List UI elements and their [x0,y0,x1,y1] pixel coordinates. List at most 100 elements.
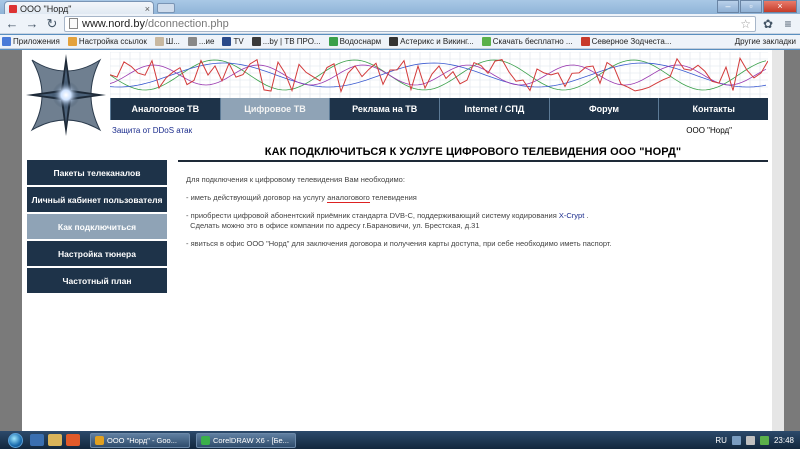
bookmark-item[interactable]: Северное Зодчеста... [580,37,672,46]
menu-icon[interactable]: ≡ [780,16,796,32]
page-scrollbar[interactable] [772,50,784,431]
bookmark-star-icon[interactable]: ☆ [740,17,751,31]
bookmark-item[interactable]: ...ие [187,37,214,46]
address-bar[interactable]: www.nord.by/dconnection.php ☆ [64,15,756,32]
office-address: Сделать можно это в офисе компании по ад… [190,221,480,230]
window-controls: – ▫ × [717,0,797,13]
step-contract-text: - иметь действующий договор на услугу [186,193,328,202]
step-receiver: - приобрести цифровой абонентский приёмн… [186,211,766,231]
browser-titlebar: ООО "Норд" × – ▫ × [0,0,800,15]
bookmark-icon [481,37,491,46]
side-menu-item[interactable]: Как подключиться [27,214,167,239]
task-app-icon [95,435,104,445]
step-contract: - иметь действующий договор на услугу ан… [186,193,766,203]
back-arrow-icon[interactable]: ← [4,16,20,32]
company-name: ООО "Норд" [686,126,732,135]
language-indicator[interactable]: RU [715,436,727,445]
bookmark-item[interactable]: ...by | ТВ ПРО... [251,37,321,46]
maximize-button[interactable]: ▫ [740,0,762,13]
nav-item[interactable]: Реклама на ТВ [329,98,440,120]
forward-arrow-icon[interactable]: → [24,16,40,32]
side-menu-item[interactable]: Частотный план [27,268,167,293]
page-title: КАК ПОДКЛЮЧИТЬСЯ К УСЛУГЕ ЦИФРОВОГО ТЕЛЕ… [264,146,682,158]
bookmark-label: Водоснарм [339,37,382,46]
quicklaunch-folder-icon[interactable] [48,434,62,446]
bookmark-icon [580,37,590,46]
bookmark-icon [187,37,197,46]
intro-text: Для подключения к цифровому телевидения … [186,175,405,184]
bookmark-label: Ш... [165,37,180,46]
site-logo[interactable] [24,52,108,138]
step-office: - явиться в офис ООО "Норд" для заключен… [186,239,612,248]
main-nav: Аналоговое ТВ Цифровое ТВ Реклама на ТВ Int… [110,98,769,120]
step-receiver-end: . [584,211,589,220]
bookmark-icon [251,37,261,46]
side-menu-item[interactable]: Пакеты телеканалов [27,160,167,185]
page-icon [69,18,78,29]
step-contract-end: телевидения [369,193,417,202]
bookmark-label: Приложения [13,37,60,46]
bookmark-label: Скачать бесплатно ... [492,37,573,46]
bookmark-item[interactable]: Скачать бесплатно ... [481,37,573,46]
task-label: CorelDRAW X6 - [Бе... [213,435,289,445]
underlined-word: аналогового [327,193,370,203]
url-text: www.nord.by/dconnection.php [82,18,229,30]
start-button[interactable] [0,431,30,449]
bookmark-icon [328,37,338,46]
bookmark-item[interactable]: Водоснарм [328,37,382,46]
bookmark-item[interactable]: TV [222,37,244,46]
taskbar-button[interactable]: CorelDRAW X6 - [Бе... [196,432,296,448]
url-path: /dconnection.php [144,17,229,30]
taskbar-button[interactable]: ООО "Норд" - Goo... [90,432,190,448]
nav-item[interactable]: Internet / СПД [439,98,549,120]
headline-bar: КАК ПОДКЛЮЧИТЬСЯ К УСЛУГЕ ЦИФРОВОГО ТЕЛЕ… [178,144,768,162]
new-tab-button[interactable] [157,3,175,13]
tray-network-icon[interactable] [731,435,741,445]
close-window-button[interactable]: × [763,0,797,13]
task-buttons: ООО "Норд" - Goo... CorelDRAW X6 - [Бе... [84,432,296,448]
other-bookmarks[interactable]: Другие закладки [735,37,796,46]
bookmark-icon [154,37,164,46]
browser-tab[interactable]: ООО "Норд" × [4,1,154,15]
quicklaunch-ie-icon[interactable] [30,434,44,446]
bookmark-icon [222,37,232,46]
side-menu-item[interactable]: Личный кабинет пользователя [27,187,167,212]
system-tray: RU 23:48 [715,435,800,445]
site-favicon-icon [9,4,17,13]
minimize-button[interactable]: – [717,0,739,13]
step-receiver-text: - приобрести цифровой абонентский приёмн… [186,211,559,220]
bookmark-icon [67,37,77,46]
signal-graph [110,52,768,98]
bookmark-label: Настройка ссылок [78,37,147,46]
extension-icon[interactable]: ✿ [760,16,776,32]
tray-volume-icon[interactable] [745,435,755,445]
reload-icon[interactable]: ↻ [44,16,60,32]
tab-close-icon[interactable]: × [145,4,153,14]
task-app-icon [201,435,210,445]
nav-item[interactable]: Контакты [658,98,769,120]
xcrypt-link[interactable]: X-Crypt [559,211,584,220]
bookmark-item[interactable]: Астерикс и Викинг... [389,37,474,46]
task-label: ООО "Норд" - Goo... [107,435,177,445]
side-menu: Пакеты телеканалов Личный кабинет пользов… [27,160,167,295]
tab-title: ООО "Норд" [20,3,72,14]
nav-item[interactable]: Аналоговое ТВ [110,98,220,120]
bookmark-item[interactable]: Приложения [2,37,60,46]
nav-item[interactable]: Форум [548,98,659,120]
side-menu-item[interactable]: Настройка тюнера [27,241,167,266]
ddos-link[interactable]: Защита от DDoS атак [112,126,192,135]
nav-item[interactable]: Цифровое ТВ [219,98,330,120]
windows-taskbar: ООО "Норд" - Goo... CorelDRAW X6 - [Бе...… [0,431,800,449]
bookmark-item[interactable]: Ш... [154,37,180,46]
quicklaunch-media-icon[interactable] [66,434,80,446]
bookmarks-bar: Приложения Настройка ссылок Ш... ...ие TV...… [0,35,800,49]
bookmark-label: Северное Зодчеста... [591,37,672,46]
bookmark-item[interactable]: Настройка ссылок [67,37,147,46]
tray-app-icon[interactable] [759,435,769,445]
main-content: Для подключения к цифровому телевидения … [186,175,766,257]
bookmark-label: ...by | ТВ ПРО... [262,37,321,46]
url-host: www.nord.by [82,17,145,30]
web-page: Аналоговое ТВ Цифровое ТВ Реклама на ТВ Int… [22,50,772,431]
clock[interactable]: 23:48 [774,436,794,445]
bookmark-label: Астерикс и Викинг... [400,37,474,46]
